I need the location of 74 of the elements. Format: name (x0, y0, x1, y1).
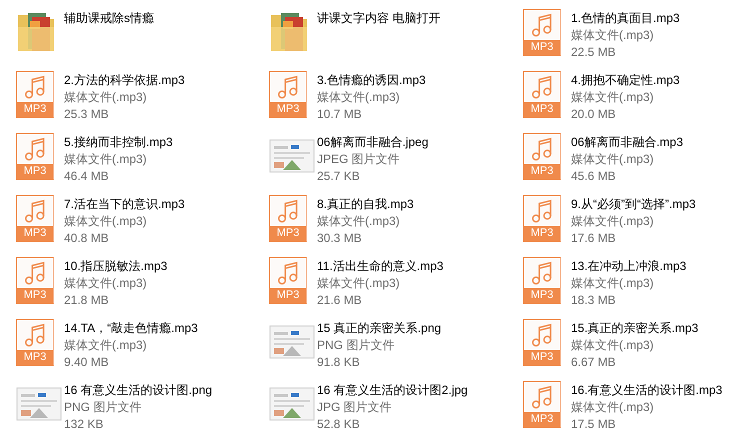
file-size: 6.67 MB (571, 354, 617, 371)
file-name[interactable]: 11.活出生命的意义.mp3 (317, 258, 444, 275)
file-size: 17.5 MB (571, 416, 617, 433)
file-type: 媒体文件(.mp3) (571, 27, 655, 44)
file-size: 40.8 MB (64, 230, 110, 247)
file-name[interactable]: 2.方法的科学依据.mp3 (64, 72, 185, 89)
file-name[interactable]: 9.从“必须”到“选择”.mp3 (571, 196, 696, 213)
mp3-file-icon: MP3 (269, 70, 307, 118)
file-size: 18.3 MB (571, 292, 617, 309)
file-size: 10.7 MB (317, 106, 363, 123)
file-type: JPG 图片文件 (317, 399, 393, 416)
file-size: 25.3 MB (64, 106, 110, 123)
file-name[interactable]: 13.在冲动上冲浪.mp3 (571, 258, 686, 275)
file-name[interactable]: 4.拥抱不确定性.mp3 (571, 72, 680, 89)
file-name[interactable]: 1.色情的真面目.mp3 (571, 10, 680, 27)
file-size: 46.4 MB (64, 168, 110, 185)
file-name[interactable]: 8.真正的自我.mp3 (317, 196, 414, 213)
mp3-file-icon: MP3 (16, 318, 54, 366)
file-size: 9.40 MB (64, 354, 110, 371)
file-name[interactable]: 15 真正的亲密关系.png (317, 320, 442, 337)
mp3-file-icon: MP3 (269, 256, 307, 304)
file-name[interactable]: 辅助课戒除s情瘾 (64, 10, 154, 27)
mp3-file-icon: MP3 (16, 256, 54, 304)
file-name[interactable]: 15.真正的亲密关系.mp3 (571, 320, 698, 337)
mp3-file-icon: MP3 (523, 8, 561, 56)
file-type: 媒体文件(.mp3) (571, 337, 655, 354)
file-size: 91.8 KB (317, 354, 361, 371)
file-name[interactable]: 3.色情瘾的诱因.mp3 (317, 72, 426, 89)
file-type: 媒体文件(.mp3) (64, 213, 148, 230)
file-name[interactable]: 16 有意义生活的设计图.png (64, 382, 212, 399)
mp3-file-icon: MP3 (523, 380, 561, 428)
mp3-file-icon: MP3 (523, 132, 561, 180)
file-type: 媒体文件(.mp3) (64, 337, 148, 354)
mp3-file-icon: MP3 (523, 70, 561, 118)
file-type: 媒体文件(.mp3) (317, 213, 401, 230)
file-name[interactable]: 06解离而非融合.jpeg (317, 134, 428, 151)
file-type: 媒体文件(.mp3) (64, 89, 148, 106)
file-type: 媒体文件(.mp3) (64, 151, 148, 168)
file-type: 媒体文件(.mp3) (571, 151, 655, 168)
file-size: 45.6 MB (571, 168, 617, 185)
file-size: 21.6 MB (317, 292, 363, 309)
file-size: 25.7 KB (317, 168, 361, 185)
file-type: 媒体文件(.mp3) (317, 275, 401, 292)
file-name[interactable]: 讲课文字内容 电脑打开 (317, 10, 440, 27)
file-name[interactable]: 16 有意义生活的设计图2.jpg (317, 382, 468, 399)
file-type: JPEG 图片文件 (317, 151, 401, 168)
file-type: 媒体文件(.mp3) (571, 213, 655, 230)
file-size: 52.8 KB (317, 416, 361, 433)
file-name[interactable]: 7.活在当下的意识.mp3 (64, 196, 185, 213)
file-size: 20.0 MB (571, 106, 617, 123)
file-name[interactable]: 5.接纳而非控制.mp3 (64, 134, 173, 151)
file-name[interactable]: 06解离而非融合.mp3 (571, 134, 684, 151)
file-size: 30.3 MB (317, 230, 363, 247)
file-type: PNG 图片文件 (317, 337, 396, 354)
file-size: 17.6 MB (571, 230, 617, 247)
file-name[interactable]: 16.有意义生活的设计图.mp3 (571, 382, 722, 399)
file-type: 媒体文件(.mp3) (64, 275, 148, 292)
file-name[interactable]: 14.TA，“敲走色情瘾.mp3 (64, 320, 198, 337)
mp3-file-icon: MP3 (16, 132, 54, 180)
file-type: 媒体文件(.mp3) (571, 399, 655, 416)
file-type: PNG 图片文件 (64, 399, 142, 416)
file-type: 媒体文件(.mp3) (317, 89, 401, 106)
file-size: 22.5 MB (571, 44, 617, 61)
file-type: 媒体文件(.mp3) (571, 275, 655, 292)
mp3-file-icon: MP3 (523, 318, 561, 366)
mp3-file-icon: MP3 (523, 256, 561, 304)
mp3-file-icon: MP3 (16, 194, 54, 242)
file-type: 媒体文件(.mp3) (571, 89, 655, 106)
file-size: 21.8 MB (64, 292, 110, 309)
mp3-file-icon: MP3 (523, 194, 561, 242)
mp3-file-icon: MP3 (16, 70, 54, 118)
mp3-file-icon: MP3 (269, 194, 307, 242)
file-size: 132 KB (64, 416, 104, 433)
file-name[interactable]: 10.指压脱敏法.mp3 (64, 258, 168, 275)
